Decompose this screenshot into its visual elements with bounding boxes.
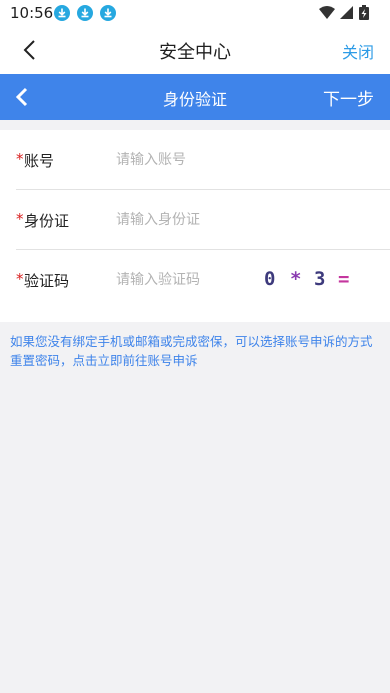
- step-bar: 身份验证 下一步: [0, 74, 390, 120]
- required-mark: *: [16, 270, 24, 288]
- download-icon: [77, 5, 93, 21]
- captcha-char: 3: [314, 268, 326, 290]
- status-bar: 10:56: [0, 0, 390, 26]
- captcha-image[interactable]: 0 * 3 =: [264, 266, 364, 296]
- captcha-row: * 验证码 0 * 3 =: [16, 250, 390, 310]
- id-card-input[interactable]: [116, 208, 276, 232]
- app-header: 安全中心 关闭: [0, 26, 390, 74]
- captcha-char: 0: [264, 268, 276, 290]
- battery-charging-icon: [359, 5, 369, 20]
- captcha-input[interactable]: [116, 268, 276, 292]
- verification-form: * 账号 * 身份证 * 验证码 0 * 3 =: [0, 130, 390, 322]
- close-button[interactable]: 关闭: [342, 39, 374, 63]
- next-step-button[interactable]: 下一步: [323, 85, 374, 110]
- account-input[interactable]: [116, 148, 276, 172]
- required-mark: *: [16, 210, 24, 228]
- captcha-label: 验证码: [24, 272, 70, 290]
- captcha-char: *: [290, 268, 302, 290]
- wifi-icon: [319, 6, 335, 19]
- captcha-char: =: [338, 268, 350, 290]
- download-icon: [54, 5, 70, 21]
- page-title: 安全中心: [159, 42, 231, 63]
- id-card-row: * 身份证: [16, 190, 390, 250]
- status-icons: [318, 4, 376, 22]
- id-card-label: 身份证: [24, 212, 70, 230]
- account-label: 账号: [24, 152, 55, 170]
- status-time: 10:56: [10, 4, 54, 22]
- account-appeal-link[interactable]: 如果您没有绑定手机或邮箱或完成密保，可以选择账号申诉的方式重置密码，点击立即前往…: [10, 332, 382, 370]
- account-row: * 账号: [16, 130, 390, 190]
- download-icon: [100, 5, 116, 21]
- signal-icon: [340, 6, 353, 19]
- required-mark: *: [16, 150, 24, 168]
